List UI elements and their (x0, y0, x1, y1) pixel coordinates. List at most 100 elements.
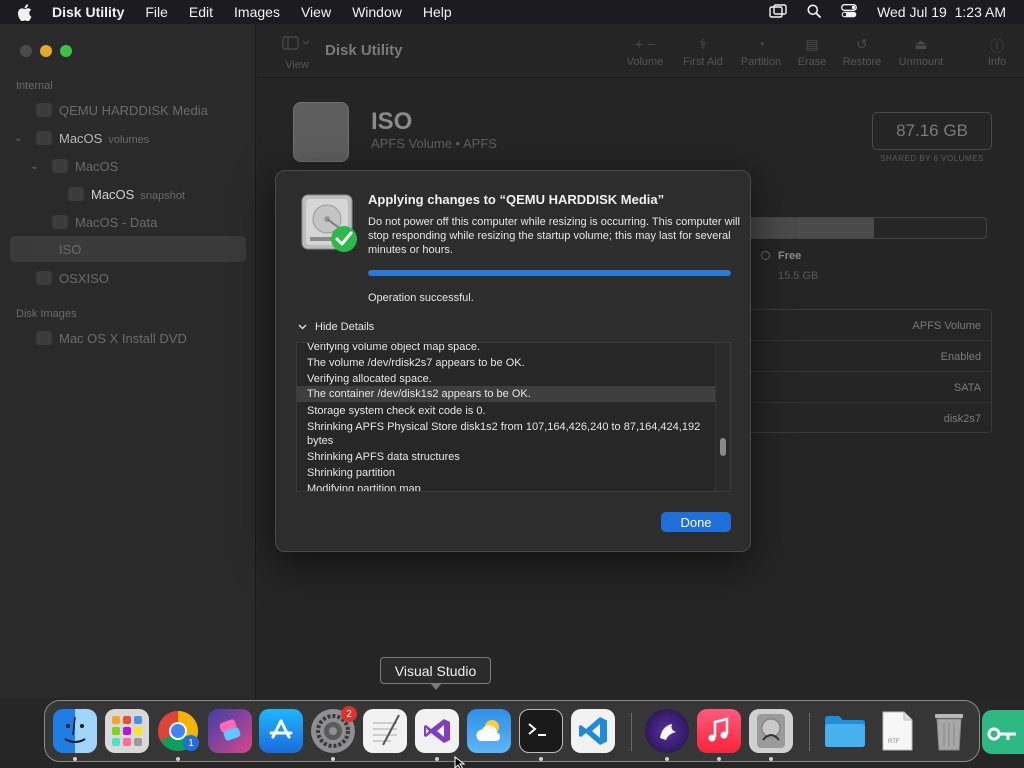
finder-icon[interactable] (53, 709, 97, 753)
dialog-title: Applying changes to “QEMU HARDDISK Media… (368, 192, 665, 207)
chrome-badge: 1 (183, 735, 199, 751)
apple-icon[interactable] (17, 3, 35, 21)
zoom-window-button[interactable] (60, 45, 72, 57)
sidebar-section-disk-images: Disk Images (16, 308, 77, 320)
dock-tooltip-arrow (430, 683, 442, 690)
sidebar-item-install-dvd[interactable]: Mac OS X Install DVD (0, 325, 256, 351)
done-button[interactable]: Done (661, 512, 731, 532)
toolbar-button-label: Erase (797, 56, 827, 68)
hide-details-toggle[interactable]: Hide Details (298, 321, 374, 333)
terminal-icon[interactable] (519, 709, 563, 753)
log-line: Verifying volume object map space. (307, 342, 481, 353)
sidebar-item-macos-container[interactable]: ⌄ MacOS volumes (0, 125, 256, 151)
volume-name: ISO (371, 108, 413, 135)
plus-minus-icon: + − (634, 36, 656, 52)
vscode-icon[interactable] (571, 709, 615, 753)
trash-icon[interactable] (927, 709, 971, 753)
volume-large-icon (293, 102, 349, 162)
menu-file[interactable]: File (145, 4, 168, 20)
apply-changes-dialog: Applying changes to “QEMU HARDDISK Media… (275, 170, 751, 552)
chevron-down-icon (298, 324, 307, 330)
desktop: Disk Utility File Edit Images View Windo… (0, 0, 1024, 768)
folder-icon[interactable] (823, 709, 867, 753)
log-line: Shrinking APFS data structures (307, 451, 460, 463)
sidebar-item-macos-snapshot[interactable]: MacOS snapshot (0, 181, 256, 207)
sidebar-item-macos-data[interactable]: MacOS - Data (0, 209, 256, 235)
free-value: 15.5 GB (778, 270, 819, 282)
sidebar-item-label: MacOS (59, 130, 103, 146)
app-store-icon[interactable] (259, 709, 303, 753)
menu-edit[interactable]: Edit (189, 4, 213, 20)
details-log[interactable]: Verifying volume object map space. The v… (296, 342, 731, 492)
visual-studio-icon[interactable] (415, 709, 459, 753)
menu-images[interactable]: Images (234, 4, 280, 20)
menu-app-name[interactable]: Disk Utility (52, 4, 124, 20)
sidebar-item-macos-volume[interactable]: ⌄ MacOS (0, 153, 256, 179)
dock-separator (809, 713, 810, 751)
search-icon[interactable] (807, 4, 821, 21)
disk-utility-icon[interactable] (749, 709, 793, 753)
progress-bar-fill (368, 270, 731, 276)
toolbar-restore-button[interactable]: ↺ Restore (832, 36, 892, 68)
toolbar-button-label: First Aid (683, 56, 723, 68)
music-icon[interactable] (697, 709, 741, 753)
menu-window[interactable]: Window (352, 4, 402, 20)
dock-tooltip: Visual Studio (380, 657, 491, 684)
log-line: Storage system check exit code is 0. (307, 405, 486, 417)
chevron-down-icon[interactable]: ⌄ (14, 133, 22, 144)
screen-mirroring-icon[interactable] (769, 3, 787, 21)
sidebar-item-sublabel: snapshot (140, 189, 185, 202)
chevron-down-icon[interactable]: ⌄ (30, 161, 38, 172)
textedit-icon[interactable] (363, 709, 407, 753)
sidebar-item-label: Mac OS X Install DVD (59, 330, 187, 346)
sidebar-item-qemu-harddisk[interactable]: QEMU HARDDISK Media (0, 97, 256, 123)
free-legend-dot (761, 251, 770, 260)
toolbar-unmount-button[interactable]: ⏏ Unmount (891, 36, 951, 68)
minimize-window-button[interactable] (40, 45, 52, 57)
disk-icon (36, 103, 52, 117)
rtf-document-icon[interactable]: RTF (875, 709, 919, 753)
toolbar-info-button[interactable]: ⓘ Info (967, 36, 1024, 68)
running-indicator (539, 757, 543, 761)
sidebar-item-iso[interactable]: ISO (10, 236, 246, 262)
divider (738, 402, 991, 403)
volume-icon (52, 159, 68, 173)
shortcuts-icon[interactable] (208, 709, 252, 753)
volume-size: 87.16 GB (872, 112, 992, 150)
log-line: Modifying partition map (307, 483, 421, 492)
toolbar-volume-button[interactable]: + − Volume (615, 36, 675, 68)
view-button-label: View (285, 59, 309, 71)
sidebar-item-sublabel: volumes (108, 133, 150, 146)
log-scrollbar[interactable] (715, 343, 730, 491)
disk-success-icon (300, 193, 357, 253)
running-indicator (73, 757, 77, 761)
sidebar-item-label: MacOS - Data (75, 214, 158, 230)
launchpad-icon[interactable] (105, 709, 149, 753)
sidebar-item-label: MacOS (75, 158, 119, 174)
view-button[interactable]: View (277, 36, 317, 71)
log-line: The volume /dev/rdisk2s7 appears to be O… (307, 357, 525, 369)
dock-separator (631, 713, 632, 751)
mastodon-icon[interactable] (645, 709, 689, 753)
menu-view[interactable]: View (301, 4, 331, 20)
partially-visible-app-icon[interactable] (982, 710, 1024, 754)
weather-icon[interactable] (467, 709, 511, 753)
menu-help[interactable]: Help (423, 4, 452, 20)
running-indicator (665, 757, 669, 761)
toolbar-first-aid-button[interactable]: ⚕ First Aid (673, 36, 733, 68)
toolbar-button-label: Info (987, 56, 1007, 68)
sidebar-item-osxiso[interactable]: OSXISO (0, 265, 256, 291)
close-window-button[interactable] (20, 45, 32, 57)
sidebar-toggle-icon (282, 36, 310, 50)
control-center-icon[interactable] (841, 3, 858, 21)
info-value-connection: SATA (953, 382, 981, 394)
volume-subtitle: APFS Volume • APFS (371, 136, 497, 151)
menu-clock[interactable]: Wed Jul 19 1:23 AM (877, 4, 1006, 20)
settings-badge: 2 (341, 706, 357, 722)
progress-bar (368, 270, 731, 276)
log-line: Shrinking partition (307, 467, 396, 479)
hide-details-label: Hide Details (315, 321, 375, 333)
eject-icon: ⏏ (914, 36, 928, 52)
info-icon: ⓘ (990, 38, 1004, 54)
log-scrollbar-thumb[interactable] (720, 438, 726, 456)
